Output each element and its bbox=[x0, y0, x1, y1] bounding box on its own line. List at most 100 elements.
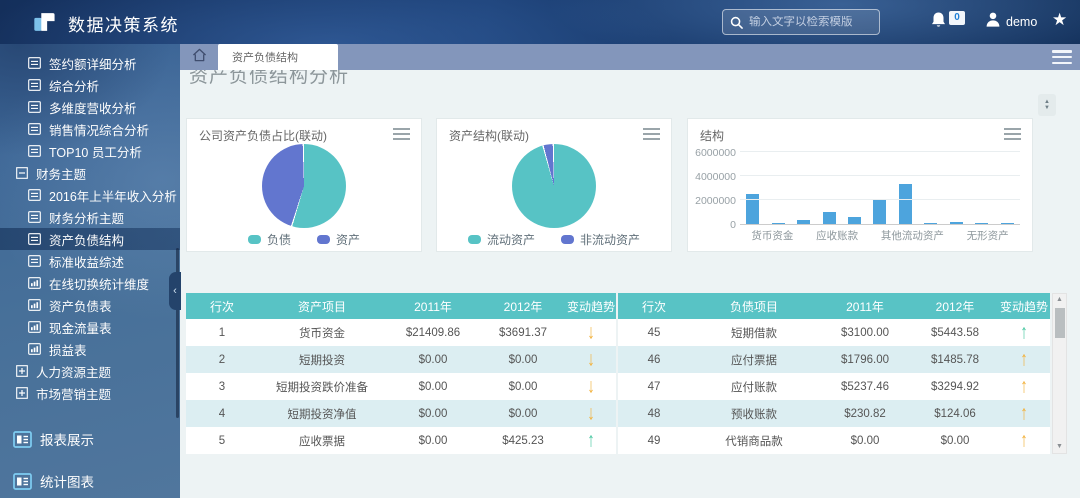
user-icon bbox=[985, 11, 1001, 33]
legend-item[interactable]: 资产 bbox=[317, 231, 360, 248]
column-header[interactable]: 行次 bbox=[186, 298, 258, 315]
bar[interactable] bbox=[949, 222, 963, 224]
chart-menu-icon[interactable] bbox=[1004, 128, 1021, 140]
sidebar-item-6[interactable]: 2016年上半年收入分析 bbox=[0, 184, 180, 206]
template-search-box[interactable] bbox=[722, 9, 880, 35]
table-row[interactable]: 5 应收票据 $0.00 $425.23 ↑ bbox=[186, 427, 616, 454]
bar[interactable] bbox=[898, 184, 912, 224]
sidebar-item-12[interactable]: 现金流量表 bbox=[0, 316, 180, 338]
table-cell: 短期投资净值 bbox=[287, 408, 357, 421]
table-cell: 47 bbox=[647, 380, 661, 393]
sidebar-item-13[interactable]: 损益表 bbox=[0, 338, 180, 360]
column-header[interactable]: 变动趋势 bbox=[998, 298, 1050, 315]
legend-item[interactable]: 非流动资产 bbox=[561, 231, 640, 248]
bar-chart-icon bbox=[28, 299, 41, 311]
scroll-up-icon[interactable]: ▲ bbox=[1053, 294, 1066, 306]
pie-chart-liability-ratio[interactable] bbox=[262, 144, 346, 228]
tab-active[interactable]: 资产负债结构 bbox=[218, 44, 338, 70]
sidebar-item-5[interactable]: 财务主题 bbox=[0, 162, 180, 184]
table-row[interactable]: 45 短期借款 $3100.00 $5443.58 ↑ bbox=[618, 319, 1050, 346]
bar[interactable] bbox=[797, 220, 811, 224]
table-cell: $3100.00 bbox=[841, 326, 889, 339]
bar[interactable] bbox=[848, 216, 862, 224]
notification-bell[interactable]: 0 bbox=[930, 11, 965, 34]
sidebar-item-15[interactable]: 市场营销主题 bbox=[0, 382, 180, 404]
expand-group-icon bbox=[16, 387, 28, 399]
sidebar-item-7[interactable]: 财务分析主题 bbox=[0, 206, 180, 228]
table-cell: 货币资金 bbox=[299, 327, 345, 340]
trend-arrow-down: ↓ bbox=[587, 402, 595, 425]
sidebar-item-label: 在线切换统计维度 bbox=[49, 277, 150, 292]
bar[interactable] bbox=[873, 198, 887, 224]
legend-item[interactable]: 负债 bbox=[247, 231, 291, 248]
bar[interactable] bbox=[975, 222, 989, 224]
sidebar-collapse-handle[interactable]: ‹ bbox=[169, 272, 181, 310]
collapse-parameter-pane-icon[interactable]: ▲ ▼ bbox=[1038, 94, 1056, 116]
table-cell: $0.00 bbox=[508, 353, 538, 366]
trend-arrow-up: ↑ bbox=[1020, 375, 1028, 398]
sidebar-item-2[interactable]: 多维度营收分析 bbox=[0, 96, 180, 118]
sidebar-item-10[interactable]: 在线切换统计维度 bbox=[0, 272, 180, 294]
chart-menu-icon[interactable] bbox=[393, 128, 410, 140]
scrollbar-thumb[interactable] bbox=[1054, 308, 1065, 338]
table-row[interactable]: 46 应付票据 $1796.00 $1485.78 ↑ bbox=[618, 346, 1050, 373]
column-header[interactable]: 2012年 bbox=[480, 298, 566, 315]
column-header[interactable]: 负债项目 bbox=[690, 298, 818, 315]
bar[interactable] bbox=[771, 222, 785, 224]
sidebar-item-17[interactable]: 统计图表 bbox=[0, 466, 180, 496]
sidebar-item-0[interactable]: 签约额详细分析 bbox=[0, 52, 180, 74]
bar[interactable] bbox=[1000, 222, 1014, 224]
table-row[interactable]: 47 应付账款 $5237.46 $3294.92 ↑ bbox=[618, 373, 1050, 400]
sidebar-item-9[interactable]: 标准收益综述 bbox=[0, 250, 180, 272]
sidebar-item-14[interactable]: 人力资源主题 bbox=[0, 360, 180, 382]
table-row[interactable]: 4 短期投资净值 $0.00 $0.00 ↓ bbox=[186, 400, 616, 427]
user-menu[interactable]: demo bbox=[985, 11, 1037, 33]
pie-chart-asset-structure[interactable] bbox=[512, 144, 596, 228]
trend-arrow-up: ↑ bbox=[1020, 429, 1028, 452]
sidebar-item-8[interactable]: 资产负债结构 bbox=[0, 228, 180, 250]
column-header[interactable]: 变动趋势 bbox=[566, 298, 616, 315]
column-header[interactable]: 2011年 bbox=[386, 298, 480, 315]
sidebar-item-4[interactable]: TOP10 员工分析 bbox=[0, 140, 180, 162]
bar[interactable] bbox=[822, 212, 836, 224]
bar[interactable] bbox=[924, 222, 938, 224]
legend-item[interactable]: 流动资产 bbox=[467, 231, 535, 248]
tab-list-menu-icon[interactable] bbox=[1052, 49, 1072, 65]
table-row[interactable]: 49 代销商品款 $0.00 $0.00 ↑ bbox=[618, 427, 1050, 454]
sidebar-item-16[interactable]: 报表展示 bbox=[0, 424, 180, 454]
chart-menu-icon[interactable] bbox=[643, 128, 660, 140]
trend-arrow-up: ↑ bbox=[1020, 321, 1028, 344]
column-header[interactable]: 2011年 bbox=[818, 298, 912, 315]
favorite-star-icon[interactable]: ★ bbox=[1052, 10, 1067, 30]
trend-arrow-up: ↑ bbox=[1020, 402, 1028, 425]
table-row[interactable]: 48 预收账款 $230.82 $124.06 ↑ bbox=[618, 400, 1050, 427]
table-cell: $5443.58 bbox=[931, 326, 979, 339]
table-cell: 45 bbox=[647, 326, 661, 339]
legend-label: 非流动资产 bbox=[580, 233, 641, 247]
report-icon bbox=[28, 211, 41, 223]
sidebar-item-label: 报表展示 bbox=[40, 433, 94, 448]
table-cell: 2 bbox=[218, 353, 226, 366]
y-tick-label: 4000000 bbox=[695, 171, 736, 183]
sidebar-item-11[interactable]: 资产负债表 bbox=[0, 294, 180, 316]
scroll-down-icon[interactable]: ▼ bbox=[1053, 441, 1066, 453]
tab-home[interactable] bbox=[180, 44, 218, 70]
table-cell: 48 bbox=[647, 407, 661, 420]
table-row[interactable]: 2 短期投资 $0.00 $0.00 ↓ bbox=[186, 346, 616, 373]
report-icon bbox=[28, 123, 41, 135]
search-input[interactable] bbox=[749, 16, 872, 28]
table-row[interactable]: 1 货币资金 $21409.86 $3691.37 ↓ bbox=[186, 319, 616, 346]
gridline bbox=[740, 175, 1020, 176]
table-header-row: 行次 资产项目 2011年 2012年 变动趋势 bbox=[186, 293, 616, 319]
column-header[interactable]: 行次 bbox=[618, 298, 690, 315]
table-row[interactable]: 3 短期投资跌价准备 $0.00 $0.00 ↓ bbox=[186, 373, 616, 400]
bar-chart-icon bbox=[28, 277, 41, 289]
sidebar-item-3[interactable]: 销售情况综合分析 bbox=[0, 118, 180, 140]
table-scrollbar[interactable]: ▲ ▼ bbox=[1052, 293, 1067, 454]
y-tick-label: 6000000 bbox=[695, 147, 736, 159]
app-logo-icon bbox=[32, 9, 58, 35]
x-tick-label: 其他流动资产 bbox=[880, 230, 944, 242]
column-header[interactable]: 资产项目 bbox=[258, 298, 386, 315]
column-header[interactable]: 2012年 bbox=[912, 298, 998, 315]
sidebar-item-1[interactable]: 综合分析 bbox=[0, 74, 180, 96]
